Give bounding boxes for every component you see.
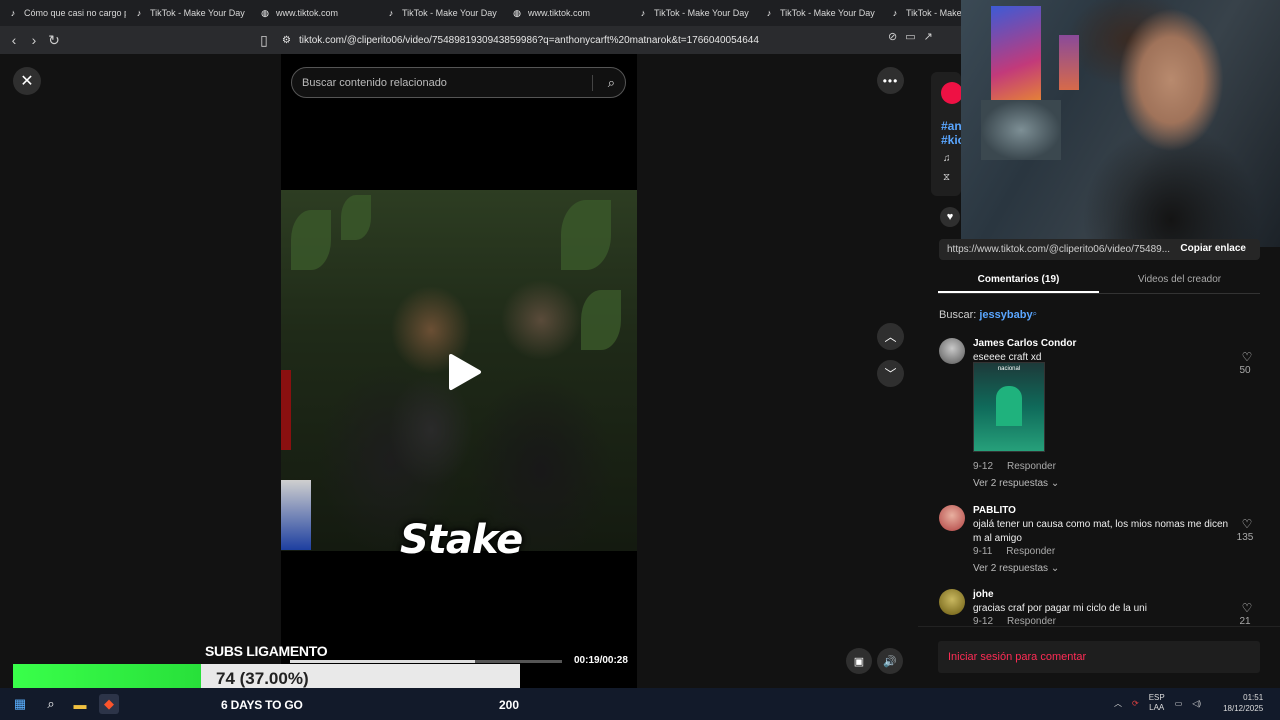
tiktok-icon: ♪ (766, 8, 772, 18)
music-icon: ♫ (943, 153, 951, 164)
volume-button[interactable]: 🔊 (877, 648, 903, 674)
forward-icon[interactable]: › (24, 30, 44, 50)
share-link-field[interactable]: https://www.tiktok.com/@cliperito06/vide… (939, 239, 1260, 260)
browser-tab[interactable]: ♪ TikTok - Make Your Day (756, 0, 882, 26)
heart-icon[interactable]: ♡ (1237, 601, 1257, 615)
tab-comments[interactable]: Comentarios (19) (938, 270, 1099, 293)
chevron-up-icon: ︿ (884, 330, 897, 344)
wall-poster (1059, 35, 1079, 90)
next-video-button[interactable]: ﹀ (877, 360, 904, 387)
cast-icon[interactable]: ▭ (905, 30, 915, 43)
language-indicator[interactable]: ESP LAA (1149, 693, 1165, 713)
comment-item: James Carlos Condor eseeee craft xd naci… (939, 338, 1259, 498)
heart-icon[interactable]: ♡ (1237, 517, 1257, 531)
tiktok-icon: ♪ (10, 8, 16, 18)
start-icon[interactable]: ▦ (10, 694, 30, 714)
pip-icon: ▣ (853, 655, 865, 668)
related-search-input[interactable]: Buscar contenido relacionado ⌕ (291, 67, 626, 98)
bookmark-icon[interactable]: ▯ (254, 30, 274, 50)
streamer-webcam (961, 0, 1280, 247)
browser-tab[interactable]: ♪ TikTok - Make Your Day (630, 0, 756, 26)
browser-tab[interactable]: ♪ TikTok - Make Your Day (378, 0, 504, 26)
close-icon: ✕ (20, 73, 34, 90)
chevron-down-icon: ⌄ (1050, 563, 1060, 574)
stake-logo: Stake (400, 517, 523, 563)
browser-tab[interactable]: ◍ www.tiktok.com (504, 0, 630, 26)
pip-button[interactable]: ▣ (846, 648, 872, 674)
hashtag-link[interactable]: #an (941, 119, 962, 133)
goal-target: 200 (499, 698, 520, 712)
brave-browser-icon[interactable]: ◆ (99, 694, 119, 714)
search-icon[interactable]: ⌕ (608, 75, 615, 91)
avatar[interactable] (939, 338, 965, 364)
back-icon[interactable]: ‹ (4, 30, 24, 50)
sync-icon[interactable]: ⟳ (1132, 699, 1139, 708)
video-progress-fill (290, 660, 475, 663)
more-icon: ••• (882, 73, 899, 88)
view-replies-button[interactable]: Ver 2 respuestas ⌄ (973, 478, 1059, 489)
wall-poster (991, 6, 1041, 106)
volume-icon: 🔊 (883, 655, 897, 668)
avatar[interactable] (939, 505, 965, 531)
figure-shelf (981, 100, 1061, 160)
play-icon[interactable] (443, 352, 483, 392)
effect-icon: ⧖ (943, 172, 951, 183)
chevron-down-icon: ﹀ (884, 367, 897, 381)
browser-tab[interactable]: ◍ www.tiktok.com (252, 0, 378, 26)
browser-tab[interactable]: ♪ Cómo que casi no cargo p (0, 0, 126, 26)
chevron-down-icon: ⌄ (1050, 478, 1060, 489)
avatar[interactable] (939, 589, 965, 615)
video-time: 00:19/00:28 (574, 655, 628, 666)
tiktok-icon: ♪ (640, 8, 646, 18)
subs-goal-count: 74 (37.00%) (216, 669, 309, 688)
comment-search: Buscar: jessybaby⌕ (939, 309, 1038, 321)
login-to-comment-button[interactable]: Iniciar sesión para comentar (938, 641, 1260, 673)
tiktok-icon: ♪ (388, 8, 394, 18)
globe-icon: ◍ (261, 7, 269, 18)
comment-item: johe gracias craf por pagar mi ciclo de … (939, 589, 1259, 626)
panel-tabs: Comentarios (19) Videos del creador (938, 270, 1260, 294)
more-options-button[interactable]: ••• (877, 67, 904, 94)
chevron-up-icon[interactable]: ︿ (1114, 698, 1122, 709)
search-icon: ⌕ (1032, 309, 1038, 318)
url-field[interactable]: ⚙ tiktok.com/@cliperito06/video/75489819… (282, 30, 882, 50)
reply-button[interactable]: Responder (1006, 546, 1055, 557)
no-tracking-icon[interactable]: ⊘ (888, 30, 897, 43)
comment-item: PABLITO ojalá tener un causa como mat, l… (939, 505, 1259, 585)
clock[interactable]: 01:51 18/12/2025 (1223, 692, 1263, 714)
view-replies-button[interactable]: Ver 2 respuestas ⌄ (973, 563, 1059, 574)
reload-icon[interactable]: ↻ (44, 30, 64, 50)
tiktok-icon: ♪ (136, 8, 142, 18)
creator-avatar[interactable] (941, 82, 963, 104)
network-icon[interactable]: ▭ (1175, 699, 1183, 708)
comment-image[interactable]: nacional (973, 362, 1045, 452)
site-info-icon[interactable]: ⚙ (282, 35, 291, 46)
tab-creator-videos[interactable]: Videos del creador (1099, 270, 1260, 293)
heart-icon[interactable]: ♡ (1237, 350, 1257, 364)
windows-taskbar (0, 688, 1280, 720)
reply-button[interactable]: Responder (1007, 461, 1056, 472)
volume-icon[interactable]: ◁) (1192, 699, 1201, 708)
previous-video-button[interactable]: ︿ (877, 323, 904, 350)
share-icon[interactable]: ↗ (924, 30, 933, 43)
file-explorer-icon[interactable]: ▬ (70, 694, 90, 714)
search-query-link[interactable]: jessybaby (979, 309, 1032, 321)
goal-days-left: 6 DAYS TO GO (221, 698, 303, 712)
tiktok-icon: ♪ (892, 8, 898, 18)
browser-tab[interactable]: ♪ TikTok - Make Your Day (126, 0, 252, 26)
subs-goal-title: SUBS LIGAMENTO (205, 643, 328, 659)
copy-link-button[interactable]: Copiar enlace (1180, 243, 1246, 254)
reply-button[interactable]: Responder (1007, 616, 1056, 626)
globe-icon: ◍ (513, 7, 521, 18)
heart-icon: ♥ (946, 211, 954, 223)
like-button[interactable]: ♥ (940, 207, 960, 227)
can-image (281, 480, 311, 550)
search-icon[interactable]: ⌕ (41, 694, 61, 714)
system-tray: ︿ ⟳ ESP LAA ▭ ◁) 01:51 18/12/2025 (1114, 692, 1263, 714)
close-button[interactable]: ✕ (13, 67, 41, 95)
